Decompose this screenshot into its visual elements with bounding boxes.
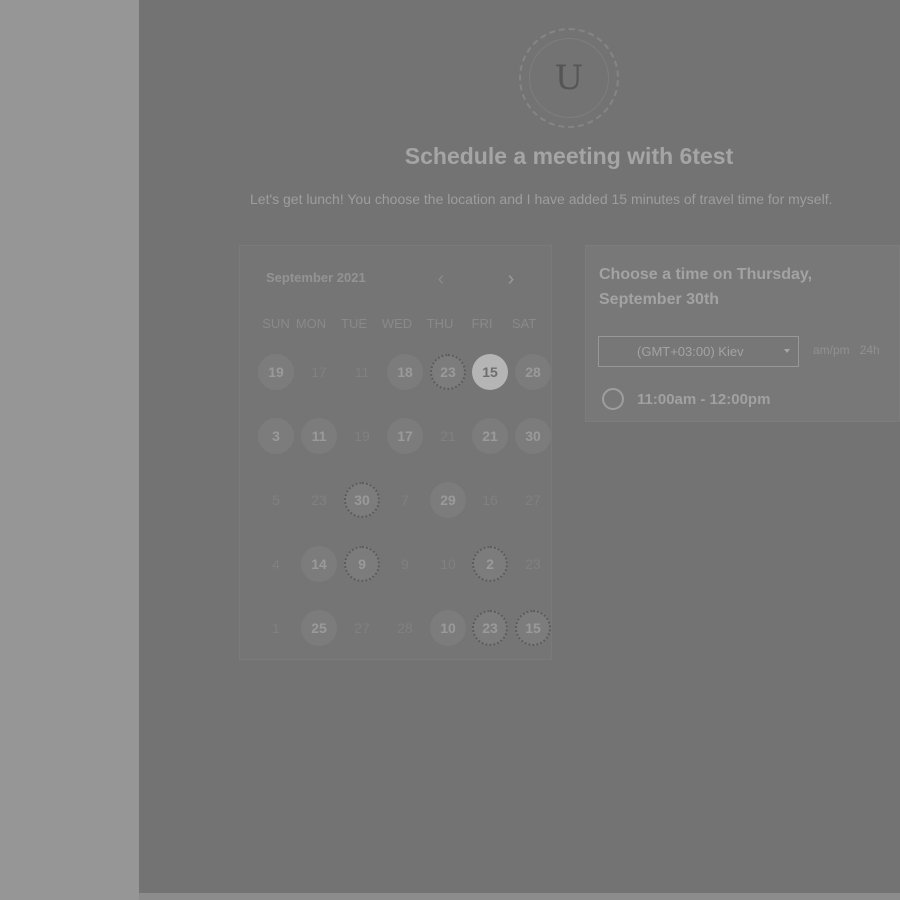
calendar-day[interactable]: 15 [515, 610, 551, 646]
calendar-day[interactable]: 28 [515, 354, 551, 390]
calendar-day-selected[interactable]: 15 [472, 354, 508, 390]
calendar-day[interactable]: 3 [258, 418, 294, 454]
time-slot-label: 11:00am - 12:00pm [637, 390, 771, 408]
timezone-value: (GMT+03:00) Kiev [637, 344, 744, 359]
calendar-day: 4 [272, 556, 280, 572]
calendar-day: 17 [311, 364, 327, 380]
calendar-day[interactable]: 17 [387, 418, 423, 454]
weekday-label: MON [295, 316, 327, 331]
caret-down-icon [784, 349, 790, 353]
time-format-toggle: am/pm 24h [813, 343, 880, 357]
calendar-day[interactable]: 10 [430, 610, 466, 646]
format-24h-option[interactable]: 24h [860, 343, 880, 357]
page-title: Schedule a meeting with 6test [404, 143, 734, 169]
calendar-day: 5 [272, 492, 280, 508]
calendar-day[interactable]: 9 [344, 546, 380, 582]
calendar-day[interactable]: 11 [301, 418, 337, 454]
format-ampm-option[interactable]: am/pm [813, 343, 850, 357]
calendar-day: 1 [272, 620, 280, 636]
left-panel [0, 0, 139, 900]
calendar-day[interactable]: 19 [258, 354, 294, 390]
calendar-day[interactable]: 23 [472, 610, 508, 646]
avatar: U [519, 28, 619, 128]
calendar-day: 19 [354, 428, 370, 444]
avatar-initial: U [554, 58, 584, 98]
bottom-strip [139, 893, 900, 900]
calendar-day[interactable]: 14 [301, 546, 337, 582]
time-slot-option[interactable]: 11:00am - 12:00pm [602, 386, 770, 412]
calendar-day[interactable]: 30 [515, 418, 551, 454]
weekday-label: SUN [262, 316, 290, 331]
calendar-day[interactable]: 23 [430, 354, 466, 390]
weekday-label: THU [426, 316, 454, 331]
calendar-day: 9 [401, 556, 409, 572]
calendar-day: 10 [440, 556, 456, 572]
calendar-day: 28 [397, 620, 413, 636]
calendar-day: 27 [525, 492, 541, 508]
chevron-right-icon[interactable]: › [500, 268, 522, 290]
calendar-day[interactable]: 18 [387, 354, 423, 390]
time-picker-heading: Choose a time on Thursday, September 30t… [599, 266, 813, 308]
page-description: Let's get lunch! You choose the location… [250, 191, 833, 207]
calendar-day: 23 [525, 556, 541, 572]
radio-button-icon[interactable] [602, 388, 624, 410]
calendar-day[interactable]: 21 [472, 418, 508, 454]
calendar-day: 27 [354, 620, 370, 636]
calendar-day: 7 [401, 492, 409, 508]
calendar-day[interactable]: 29 [430, 482, 466, 518]
calendar-day[interactable]: 25 [301, 610, 337, 646]
timezone-select[interactable]: (GMT+03:00) Kiev [598, 336, 799, 367]
calendar [239, 245, 552, 660]
weekday-label: TUE [341, 316, 367, 331]
calendar-day[interactable]: 30 [344, 482, 380, 518]
calendar-day: 16 [482, 492, 498, 508]
weekday-label: FRI [471, 316, 493, 331]
weekday-label: SAT [511, 316, 537, 331]
calendar-month-label: September 2021 [266, 270, 366, 285]
calendar-day: 23 [311, 492, 327, 508]
calendar-day[interactable]: 2 [472, 546, 508, 582]
weekday-label: WED [381, 316, 413, 331]
chevron-left-icon[interactable]: ‹ [430, 268, 452, 290]
calendar-day: 11 [354, 364, 370, 380]
calendar-day: 21 [440, 428, 456, 444]
